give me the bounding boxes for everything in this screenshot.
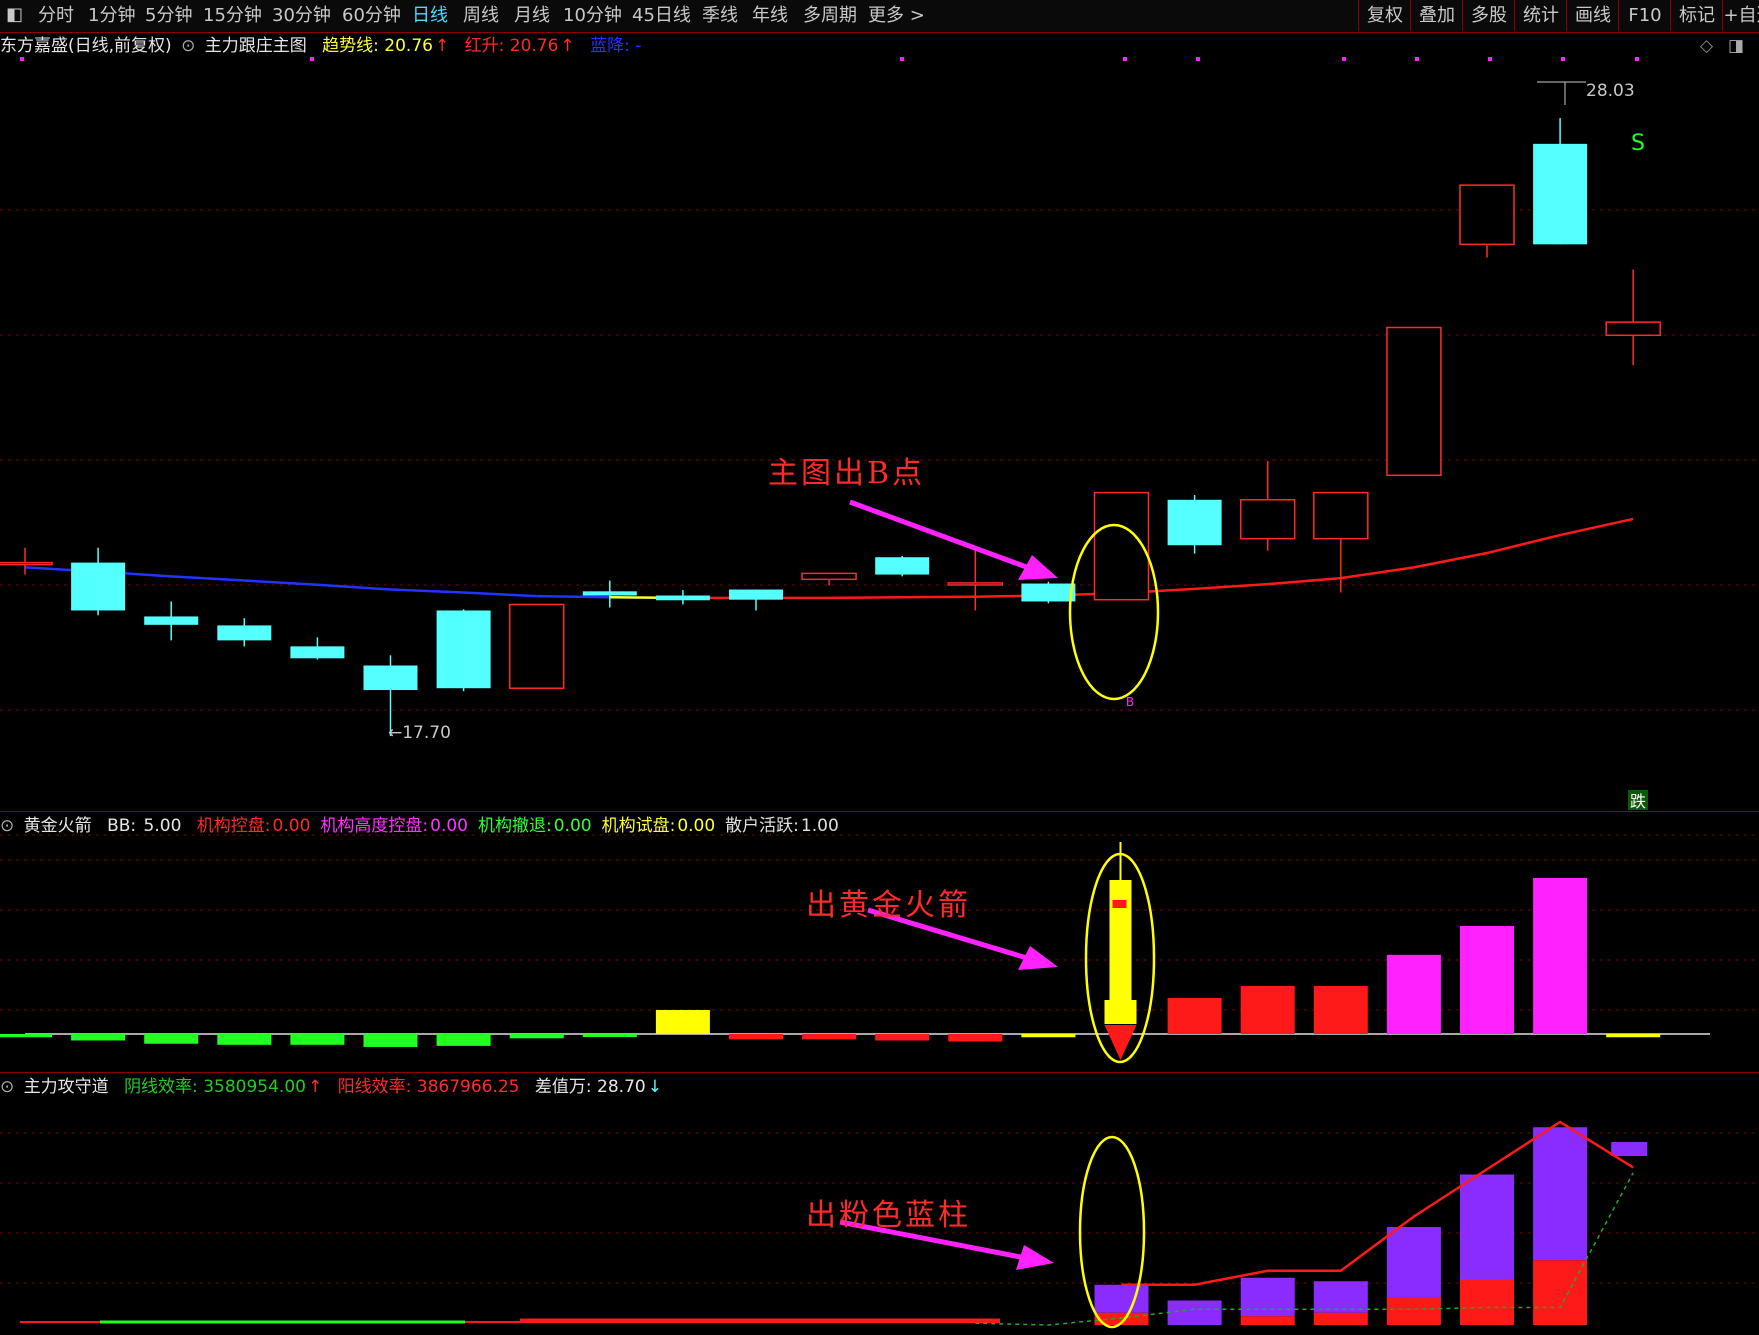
bar-sub2-purple — [1313, 1281, 1368, 1313]
candle-body — [290, 646, 345, 659]
sell-marker: S — [1631, 131, 1645, 156]
trend-line-segment — [829, 596, 903, 600]
annotation-main: 主图出B点 — [768, 456, 926, 491]
bar-sub1 — [948, 1034, 1003, 1042]
trend-line-segment — [1267, 576, 1341, 586]
bar-sub1 — [1533, 878, 1588, 1034]
candle-body — [508, 603, 565, 689]
bar-sub1 — [509, 1034, 564, 1039]
bar-sub2-purple — [1240, 1277, 1295, 1317]
candle-body — [1167, 499, 1222, 546]
candle-body — [1313, 491, 1369, 540]
candle-body — [363, 665, 418, 691]
marker-dot — [1488, 57, 1492, 61]
marker-dot — [1196, 57, 1200, 61]
candle-body — [144, 616, 199, 625]
trend-line-segment — [1559, 517, 1634, 537]
annotation-sub2: 出粉色蓝柱 — [806, 1198, 971, 1233]
bar-sub2-purple — [1611, 1142, 1648, 1156]
annotation-arrowhead — [1018, 946, 1058, 970]
candle-body — [1459, 184, 1515, 246]
bar-sub1 — [582, 1034, 637, 1037]
bar-sub1 — [144, 1034, 199, 1044]
bar-sub2-purple — [1386, 1227, 1441, 1297]
marker-dot — [1561, 57, 1565, 61]
buy-marker: B — [1126, 695, 1134, 709]
candle-body — [1021, 583, 1076, 602]
candle-body — [801, 572, 857, 581]
bar-sub2-purple — [1533, 1127, 1588, 1261]
bar-sub1 — [1386, 954, 1441, 1034]
candle-body — [217, 625, 272, 641]
trend-line-segment — [1194, 582, 1268, 591]
marker-dot — [310, 57, 314, 61]
candle-body — [1239, 499, 1296, 540]
annotation-arrowhead — [1016, 1245, 1054, 1270]
candle-body — [947, 582, 1004, 586]
candle-body — [655, 595, 710, 601]
candle-body — [1093, 491, 1150, 601]
bar-sub2-red — [1240, 1316, 1295, 1325]
high-price-label: 28.03 — [1586, 81, 1635, 101]
bar-sub1 — [875, 1034, 930, 1041]
rocket-fin — [1104, 1000, 1137, 1024]
bar-sub1 — [1606, 1034, 1661, 1038]
rocket-window — [1112, 900, 1127, 908]
candle-body — [582, 591, 637, 596]
bar-sub1 — [363, 1034, 418, 1047]
bar-sub1 — [71, 1034, 126, 1041]
annotation-sub1: 出黄金火箭 — [806, 888, 971, 923]
bar-sub1 — [0, 1034, 52, 1038]
bar-sub1 — [1021, 1034, 1076, 1038]
trend-line-segment — [902, 595, 976, 599]
bar-sub1 — [217, 1034, 272, 1045]
bar-sub2-purple — [1460, 1174, 1514, 1280]
bar-sub1 — [1460, 926, 1514, 1034]
bar-sub1 — [1240, 986, 1295, 1034]
candle-body — [1605, 321, 1661, 337]
trend-line-segment — [171, 575, 245, 582]
marker-dot — [1635, 57, 1639, 61]
kline-chart[interactable]: 28.03 ←17.70 S B 跌 — [0, 0, 1759, 1335]
bar-sub1 — [290, 1034, 345, 1045]
marker-dot — [1415, 57, 1419, 61]
marker-dot — [20, 57, 24, 61]
candle-body — [71, 562, 126, 611]
candle-body — [729, 589, 783, 600]
candle-body — [436, 610, 491, 689]
low-price-label: ←17.70 — [388, 723, 451, 743]
trend-line-segment — [1413, 551, 1488, 569]
candle-body — [1533, 143, 1588, 245]
candle-body — [1386, 326, 1442, 477]
bar-sub1 — [1167, 998, 1222, 1034]
bar-sub1 — [729, 1034, 783, 1040]
bar-sub1 — [436, 1034, 491, 1046]
trend-line-segment — [463, 591, 537, 598]
marker-dot — [1342, 57, 1346, 61]
bar-sub2-red — [1386, 1297, 1441, 1325]
bar-sub2-purple — [1167, 1300, 1222, 1325]
candle-body — [875, 557, 930, 575]
candle-body — [0, 561, 53, 566]
trend-line-segment — [536, 594, 610, 599]
bar-sub2-red — [1460, 1279, 1514, 1325]
bar-sub2-red — [1313, 1312, 1368, 1325]
bar-sub1 — [802, 1034, 857, 1040]
marker-dot — [900, 57, 904, 61]
trend-line-segment — [1486, 533, 1561, 555]
bar-sub1 — [655, 1010, 710, 1034]
fall-label: 跌 — [1630, 792, 1646, 811]
trend-line-segment — [390, 588, 464, 594]
trend-line-segment — [244, 579, 318, 586]
trend-line-segment — [1340, 566, 1415, 580]
marker-dot — [1123, 57, 1127, 61]
bar-sub1 — [1313, 986, 1368, 1034]
bar-sub2-red — [1533, 1260, 1588, 1325]
bar-sub2-purple — [1094, 1284, 1149, 1313]
